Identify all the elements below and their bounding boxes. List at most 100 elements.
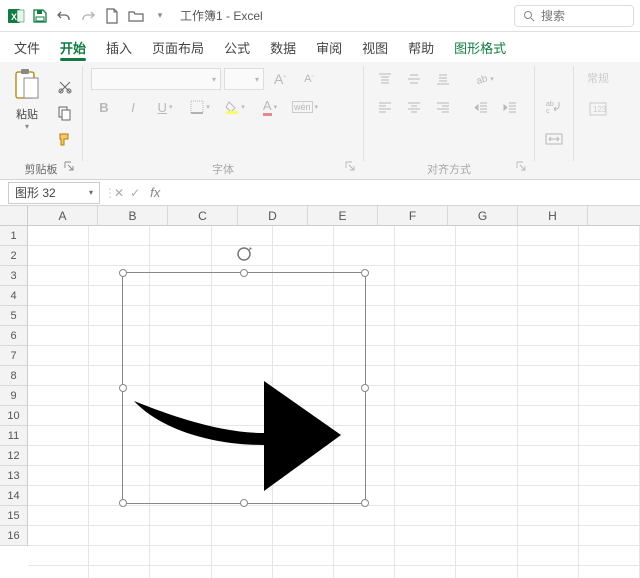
resize-handle-n[interactable]: [240, 269, 248, 277]
cell[interactable]: [395, 246, 456, 266]
search-input[interactable]: [541, 9, 611, 23]
col-header[interactable]: A: [28, 206, 98, 225]
cell[interactable]: [518, 486, 579, 506]
cell[interactable]: [518, 306, 579, 326]
cell[interactable]: [89, 566, 150, 578]
cell[interactable]: [456, 386, 517, 406]
cell[interactable]: [395, 486, 456, 506]
alignment-launcher-icon[interactable]: [516, 161, 528, 173]
row-header[interactable]: 6: [0, 326, 27, 346]
cell[interactable]: [334, 506, 395, 526]
tab-insert[interactable]: 插入: [106, 32, 132, 62]
cell[interactable]: [456, 486, 517, 506]
cell[interactable]: [518, 266, 579, 286]
cell[interactable]: [273, 506, 334, 526]
cell[interactable]: [456, 226, 517, 246]
align-middle-icon[interactable]: [401, 68, 427, 90]
save-icon[interactable]: [30, 6, 50, 26]
bold-button[interactable]: B: [91, 96, 117, 118]
cell[interactable]: [28, 526, 89, 546]
col-header[interactable]: F: [378, 206, 448, 225]
name-box[interactable]: 图形 32 ▾: [8, 182, 100, 204]
row-header[interactable]: 13: [0, 466, 27, 486]
paste-button[interactable]: 粘贴 ▾: [4, 66, 50, 159]
wrap-text-icon[interactable]: abc: [540, 96, 568, 118]
cell[interactable]: [395, 506, 456, 526]
row-header[interactable]: 10: [0, 406, 27, 426]
cell[interactable]: [579, 386, 640, 406]
align-top-icon[interactable]: [372, 68, 398, 90]
row-header[interactable]: 12: [0, 446, 27, 466]
cell[interactable]: [579, 546, 640, 566]
row-header[interactable]: 14: [0, 486, 27, 506]
cell[interactable]: [579, 226, 640, 246]
cell[interactable]: [395, 406, 456, 426]
row-header[interactable]: 5: [0, 306, 27, 326]
cell[interactable]: [212, 226, 273, 246]
cell[interactable]: [28, 246, 89, 266]
decrease-indent-icon[interactable]: [468, 96, 494, 118]
cell[interactable]: [579, 466, 640, 486]
cell[interactable]: [395, 466, 456, 486]
cell[interactable]: [273, 226, 334, 246]
cell[interactable]: [456, 286, 517, 306]
accounting-format-icon[interactable]: 123: [585, 98, 611, 120]
cell[interactable]: [28, 466, 89, 486]
cell[interactable]: [395, 566, 456, 578]
cell[interactable]: [395, 426, 456, 446]
cell[interactable]: [273, 246, 334, 266]
cell[interactable]: [579, 506, 640, 526]
resize-handle-sw[interactable]: [119, 499, 127, 507]
col-header[interactable]: D: [238, 206, 308, 225]
cell[interactable]: [518, 566, 579, 578]
cell[interactable]: [579, 306, 640, 326]
rotate-handle-icon[interactable]: [235, 245, 253, 263]
cell[interactable]: [28, 286, 89, 306]
cell[interactable]: [456, 246, 517, 266]
tab-formulas[interactable]: 公式: [224, 32, 250, 62]
row-headers[interactable]: 12345678910111213141516: [0, 226, 28, 546]
resize-handle-w[interactable]: [119, 384, 127, 392]
column-headers[interactable]: ABCDEFGH: [28, 206, 640, 226]
new-file-icon[interactable]: [102, 6, 122, 26]
col-header[interactable]: E: [308, 206, 378, 225]
fill-color-button[interactable]: ▾: [219, 96, 251, 118]
col-header[interactable]: B: [98, 206, 168, 225]
cell[interactable]: [212, 506, 273, 526]
cell[interactable]: [395, 326, 456, 346]
cell[interactable]: [150, 546, 211, 566]
cell[interactable]: [89, 546, 150, 566]
formula-input[interactable]: [164, 182, 640, 204]
cell[interactable]: [456, 326, 517, 346]
cell[interactable]: [456, 446, 517, 466]
resize-handle-ne[interactable]: [361, 269, 369, 277]
cell[interactable]: [28, 546, 89, 566]
cell[interactable]: [28, 266, 89, 286]
cell[interactable]: [579, 526, 640, 546]
cell[interactable]: [579, 366, 640, 386]
row-header[interactable]: 7: [0, 346, 27, 366]
cell[interactable]: [334, 526, 395, 546]
cell[interactable]: [395, 526, 456, 546]
cell[interactable]: [273, 566, 334, 578]
cell[interactable]: [334, 566, 395, 578]
row-header[interactable]: 15: [0, 506, 27, 526]
align-bottom-icon[interactable]: [430, 68, 456, 90]
cell[interactable]: [456, 266, 517, 286]
orientation-icon[interactable]: ab▾: [468, 68, 500, 90]
cell[interactable]: [518, 406, 579, 426]
align-center-icon[interactable]: [401, 96, 427, 118]
cell[interactable]: [395, 306, 456, 326]
tab-data[interactable]: 数据: [270, 32, 296, 62]
cancel-formula-icon[interactable]: ✕: [114, 186, 124, 200]
increase-font-icon[interactable]: Aˆ: [267, 68, 293, 90]
tab-help[interactable]: 帮助: [408, 32, 434, 62]
cell[interactable]: [395, 546, 456, 566]
underline-button[interactable]: U▾: [149, 96, 181, 118]
clipboard-launcher-icon[interactable]: [64, 161, 76, 173]
tab-review[interactable]: 审阅: [316, 32, 342, 62]
format-painter-button[interactable]: [53, 128, 77, 150]
cell[interactable]: [28, 566, 89, 578]
cell[interactable]: [456, 426, 517, 446]
cell[interactable]: [28, 446, 89, 466]
